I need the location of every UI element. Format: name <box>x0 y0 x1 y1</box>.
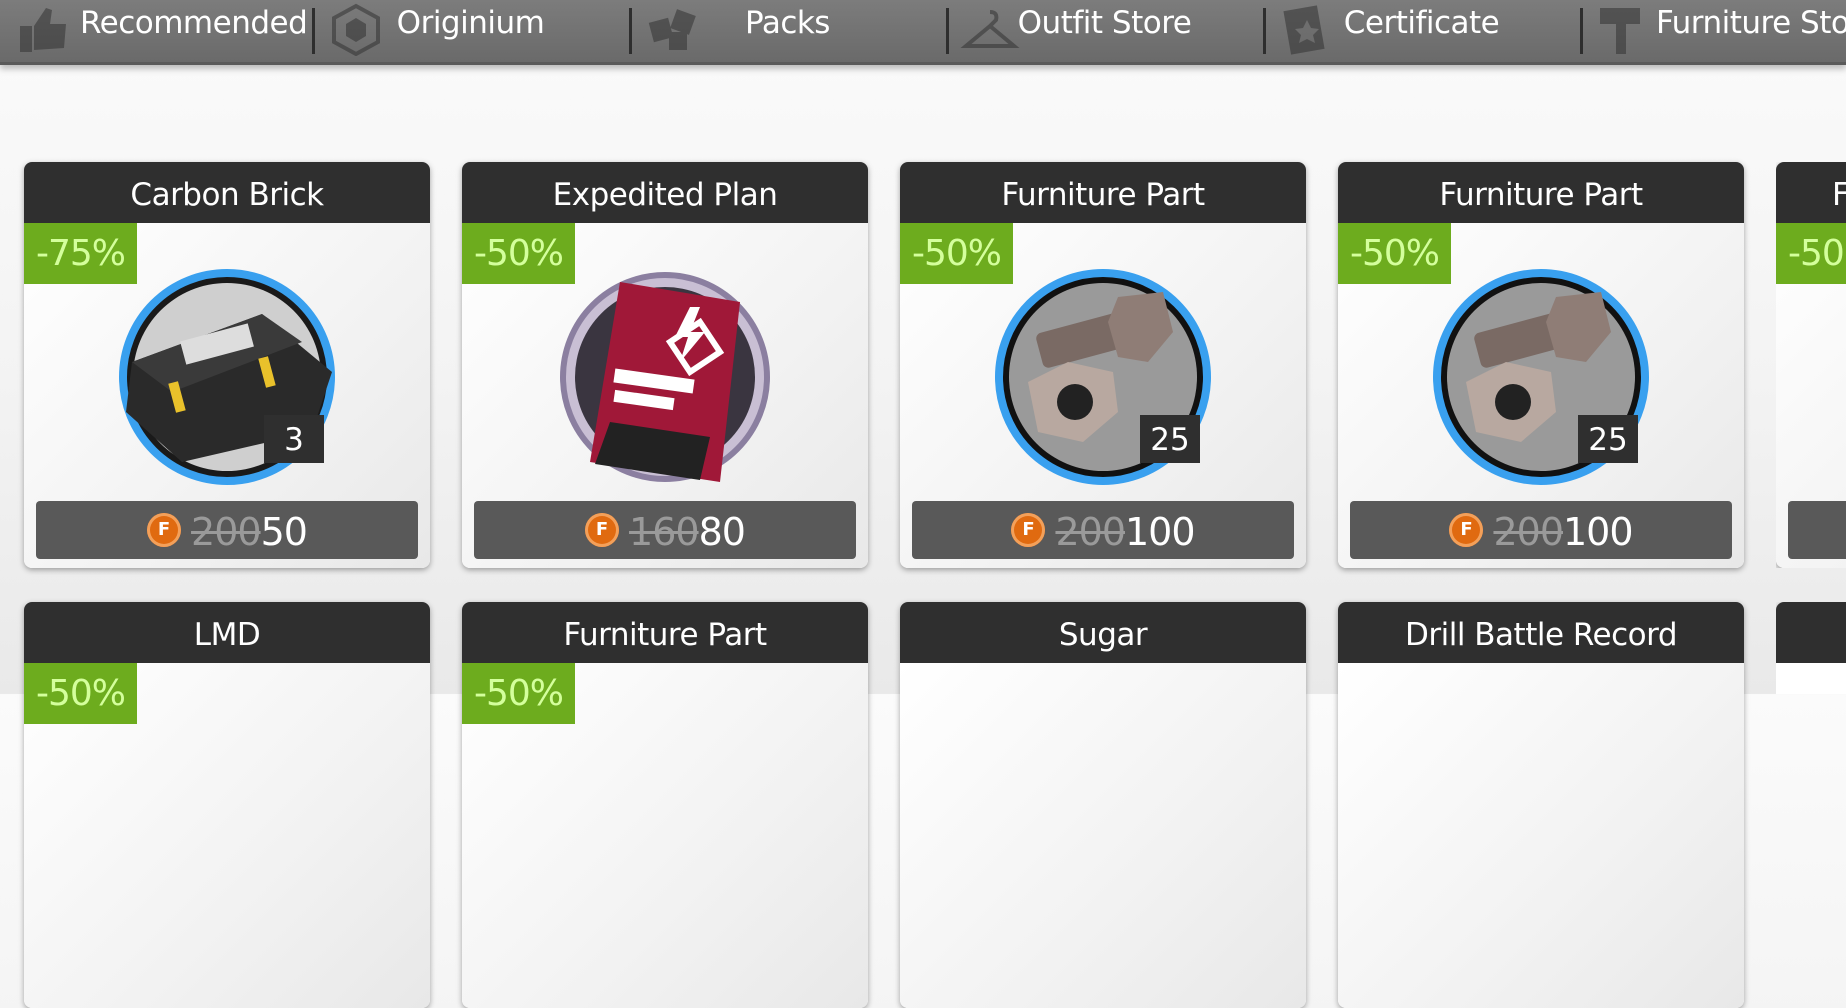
shop-item-card-partial[interactable] <box>1776 602 1846 694</box>
new-price: 100 <box>1563 510 1634 554</box>
buy-price-button[interactable] <box>1788 501 1846 559</box>
shop-item-card[interactable]: Furniture Part -50% 25 200100 <box>900 162 1306 568</box>
shop-item-card[interactable]: Carbon Brick -75% 3 20050 <box>24 162 430 568</box>
old-price: 200 <box>1055 510 1126 554</box>
tab-label: Originium <box>396 5 545 41</box>
buy-price-button[interactable]: 16080 <box>474 501 856 559</box>
item-name: Furniture Part <box>462 602 868 663</box>
item-body <box>900 663 1306 1008</box>
item-name: LMD <box>24 602 430 663</box>
item-name: Drill Battle Record <box>1338 602 1744 663</box>
item-name: Furniture Part <box>900 162 1306 223</box>
shop-item-card[interactable]: Furniture Part -50% 25 200100 <box>1338 162 1744 568</box>
item-name: F <box>1776 162 1846 223</box>
shop-item-card[interactable]: Sugar <box>900 602 1306 1008</box>
old-price: 160 <box>629 510 700 554</box>
item-quantity: 3 <box>264 415 324 463</box>
shop-item-card[interactable]: Furniture Part -50% <box>462 602 868 1008</box>
coin-icon <box>1449 512 1484 547</box>
item-name: Sugar <box>900 602 1306 663</box>
buy-price-button[interactable]: 200100 <box>1350 501 1732 559</box>
item-name: Carbon Brick <box>24 162 430 223</box>
new-price: 50 <box>260 510 308 554</box>
shop-item-card[interactable]: Expedited Plan -50% 16080 <box>462 162 868 568</box>
old-price: 200 <box>1493 510 1564 554</box>
tab-certificate[interactable]: Certificate <box>1263 0 1580 62</box>
top-navigation: Recommended Originium Packs Outfit Store… <box>0 0 1846 65</box>
coin-icon <box>1011 512 1046 547</box>
new-price: 80 <box>698 510 746 554</box>
item-name: Furniture Part <box>1338 162 1744 223</box>
buy-price-button[interactable]: 20050 <box>36 501 418 559</box>
item-quantity: 25 <box>1140 415 1200 463</box>
new-price: 100 <box>1125 510 1196 554</box>
item-name: Expedited Plan <box>462 162 868 223</box>
tab-packs[interactable]: Packs <box>629 0 946 62</box>
tab-label: Furniture Stor <box>1656 5 1846 41</box>
tab-label: Recommended <box>80 5 308 41</box>
item-body <box>1338 663 1744 1008</box>
buy-price-button[interactable]: 200100 <box>912 501 1294 559</box>
shop-item-card-partial[interactable]: F -50 <box>1776 162 1846 568</box>
discount-badge: -50 <box>1776 223 1846 284</box>
shop-item-card[interactable]: LMD -50% <box>24 602 430 1008</box>
tab-furniture-store[interactable]: Furniture Stor <box>1580 0 1846 62</box>
item-quantity: 25 <box>1578 415 1638 463</box>
tab-originium[interactable]: Originium <box>312 0 629 62</box>
tab-label: Packs <box>745 5 830 41</box>
tab-outfit-store[interactable]: Outfit Store <box>946 0 1263 62</box>
expedited-plan-icon <box>560 272 770 482</box>
tab-label: Certificate <box>1343 5 1500 41</box>
tab-recommended[interactable]: Recommended <box>0 0 312 62</box>
tab-label: Outfit Store <box>1017 5 1192 41</box>
coin-icon <box>585 512 620 547</box>
coin-icon <box>147 512 182 547</box>
shop-item-card[interactable]: Drill Battle Record <box>1338 602 1744 1008</box>
old-price: 200 <box>191 510 262 554</box>
